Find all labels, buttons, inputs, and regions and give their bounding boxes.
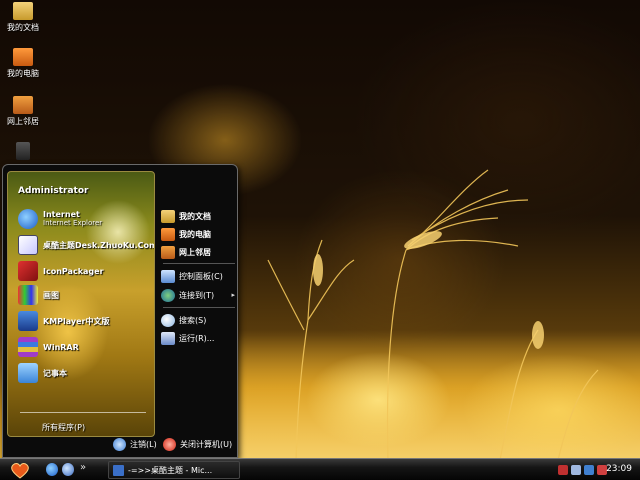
program-label: Internet xyxy=(43,210,80,219)
connect-to-label: 连接到(T) xyxy=(179,290,215,300)
control-panel-item[interactable]: 控制面板(C) xyxy=(161,267,223,285)
taskbar-window-label: -=>>桌酷主题 - Mic... xyxy=(128,465,213,475)
window-icon xyxy=(113,464,124,476)
ie-quicklaunch-icon[interactable] xyxy=(46,463,58,476)
place-my-computer[interactable]: 我的电脑 xyxy=(161,225,211,243)
run-icon xyxy=(161,331,175,345)
user-name: Administrator xyxy=(18,186,89,196)
network-places-icon xyxy=(13,96,33,114)
start-menu: Administrator Internet Internet Explorer … xyxy=(2,164,238,458)
connect-to-icon xyxy=(161,288,175,302)
program-label: 画图 xyxy=(43,290,59,300)
program-label: KMPlayer中文版 xyxy=(43,316,110,326)
program-internet[interactable]: Internet Internet Explorer xyxy=(18,208,102,230)
place-network-places[interactable]: 网上邻居 xyxy=(161,243,211,261)
zhuoku-theme-icon xyxy=(18,235,38,255)
my-documents-icon xyxy=(13,2,33,20)
quicklaunch-chevron[interactable]: » xyxy=(80,462,86,473)
desktop-icon-my-documents[interactable]: 我的文档 xyxy=(0,2,46,33)
shutdown-button[interactable]: 关闭计算机(U) xyxy=(163,438,232,451)
program-kmplayer[interactable]: KMPlayer中文版 xyxy=(18,310,110,332)
start-menu-programs-pane: Administrator Internet Internet Explorer … xyxy=(7,171,155,437)
run-item[interactable]: 运行(R)... xyxy=(161,329,214,347)
desktop-icon-label: 网上邻居 xyxy=(7,117,39,126)
start-orb-icon xyxy=(11,462,29,479)
program-iconpackager[interactable]: IconPackager xyxy=(18,260,104,282)
start-menu-footer: 注销(L) 关闭计算机(U) xyxy=(3,435,237,457)
place-label: 网上邻居 xyxy=(179,247,211,257)
place-label: 我的文档 xyxy=(179,211,211,221)
tray-app-icon[interactable] xyxy=(558,465,568,475)
clock[interactable]: 23:09 xyxy=(606,464,632,474)
divider xyxy=(163,307,235,308)
paint-icon xyxy=(18,285,38,305)
submenu-arrow-icon: ▸ xyxy=(231,291,235,299)
network-icon[interactable] xyxy=(584,465,594,475)
search-item[interactable]: 搜索(S) xyxy=(161,311,206,329)
place-my-documents[interactable]: 我的文档 xyxy=(161,207,211,225)
program-paint[interactable]: 画图 xyxy=(18,284,59,306)
desktop-quicklaunch-icon[interactable] xyxy=(62,463,74,476)
internet-explorer-icon xyxy=(18,209,38,229)
my-documents-icon xyxy=(161,209,175,223)
volume-icon[interactable] xyxy=(571,465,581,475)
desktop-icon-recycle-bin[interactable] xyxy=(0,142,46,162)
wheat-stalks-wallpaper xyxy=(267,169,599,460)
shutdown-label: 关闭计算机(U) xyxy=(180,440,233,449)
divider xyxy=(20,412,146,413)
notepad-icon xyxy=(18,363,38,383)
logoff-button[interactable]: 注销(L) xyxy=(113,438,157,451)
program-sublabel: Internet Explorer xyxy=(43,219,103,227)
search-label: 搜索(S) xyxy=(179,315,207,325)
program-winrar[interactable]: WinRAR xyxy=(18,336,79,358)
program-zhuoku-theme[interactable]: 桌酷主题Desk.ZhuoKu.Com xyxy=(18,234,155,256)
program-notepad[interactable]: 记事本 xyxy=(18,362,67,384)
taskbar-window-button[interactable]: -=>>桌酷主题 - Mic... xyxy=(108,461,240,479)
winrar-icon xyxy=(18,337,38,357)
program-label: 桌酷主题Desk.ZhuoKu.Com xyxy=(43,240,155,250)
desktop-icon-network-places[interactable]: 网上邻居 xyxy=(0,96,46,127)
connect-to-item[interactable]: 连接到(T) ▸ xyxy=(161,286,237,304)
divider xyxy=(163,263,235,264)
program-label: WinRAR xyxy=(43,342,79,352)
taskbar: » -=>>桌酷主题 - Mic... 23:09 xyxy=(0,458,640,480)
iconpackager-icon xyxy=(18,261,38,281)
desktop-icon-label: 我的电脑 xyxy=(7,69,39,78)
control-panel-label: 控制面板(C) xyxy=(179,271,223,281)
recycle-bin-icon xyxy=(16,142,30,160)
desktop-icon-my-computer[interactable]: 我的电脑 xyxy=(0,48,46,79)
logoff-icon xyxy=(113,438,126,451)
run-label: 运行(R)... xyxy=(179,333,215,343)
place-label: 我的电脑 xyxy=(179,229,211,239)
start-menu-places-pane: 我的文档 我的电脑 网上邻居 控制面板(C) 连接到(T) ▸ 搜索(S) 运行… xyxy=(159,171,237,437)
control-panel-icon xyxy=(161,269,175,283)
my-computer-icon xyxy=(13,48,33,66)
logoff-label: 注销(L) xyxy=(130,440,157,449)
my-computer-icon xyxy=(161,227,175,241)
kmplayer-icon xyxy=(18,311,38,331)
all-programs-button[interactable]: 所有程序(P) xyxy=(42,422,85,433)
start-button[interactable] xyxy=(8,460,32,480)
network-places-icon xyxy=(161,245,175,259)
search-icon xyxy=(161,313,175,327)
program-label: IconPackager xyxy=(43,266,104,276)
desktop-icon-label: 我的文档 xyxy=(7,23,39,32)
program-label: 记事本 xyxy=(43,368,67,378)
power-icon xyxy=(163,438,176,451)
